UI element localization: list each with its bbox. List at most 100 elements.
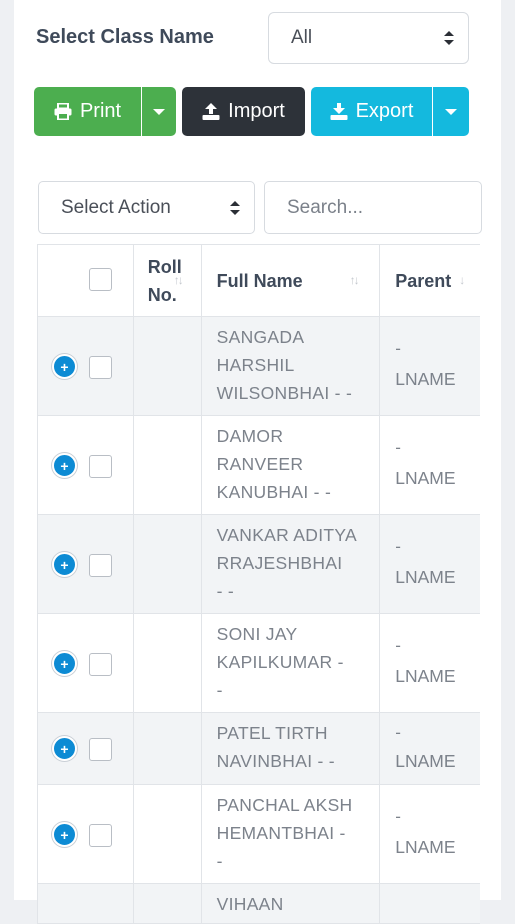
row-select-cell: + xyxy=(38,416,134,514)
sort-icon: ↑↓ xyxy=(173,273,184,287)
parent-prefix: - xyxy=(395,537,401,556)
header-full-name[interactable]: Full Name ↑↓ xyxy=(202,245,381,316)
name-cell: VANKAR ADITYA RRAJESHBHAI - - xyxy=(202,515,381,613)
expand-row-icon[interactable]: + xyxy=(52,552,77,577)
parent-prefix: - xyxy=(395,339,401,358)
roll-cell xyxy=(134,614,202,712)
student-name: PANCHAL AKSH HEMANTBHAI - - xyxy=(216,795,353,871)
caret-down-icon xyxy=(445,108,457,115)
table-row: + VANKAR ADITYA RRAJESHBHAI - - - LNAME xyxy=(38,515,480,614)
sort-icon: ↑↓ xyxy=(349,273,360,287)
parent-name: LNAME xyxy=(395,837,456,857)
select-all-checkbox[interactable] xyxy=(89,268,112,291)
row-select-cell: + xyxy=(38,614,134,712)
parent-name: LNAME xyxy=(395,468,456,488)
upload-icon xyxy=(202,103,220,120)
bulk-action-value: Select Action xyxy=(61,196,171,218)
name-cell: VIHAAN xyxy=(202,884,381,923)
expand-row-icon[interactable]: + xyxy=(52,651,77,676)
row-select-cell: + xyxy=(38,785,134,883)
parent-name: LNAME xyxy=(395,369,456,389)
row-select-cell: + xyxy=(38,713,134,784)
table-row: + SANGADA HARSHIL WILSONBHAI - - - LNAME xyxy=(38,317,480,416)
student-name: SANGADA HARSHIL WILSONBHAI - - xyxy=(216,327,353,403)
parent-prefix: - xyxy=(395,807,401,826)
row-checkbox[interactable] xyxy=(89,824,112,847)
header-roll[interactable]: Roll No. ↑↓ xyxy=(134,245,202,316)
header-select-cell xyxy=(38,245,134,316)
parent-prefix: - xyxy=(395,723,401,742)
parent-prefix: - xyxy=(395,438,401,457)
header-parent[interactable]: Parent ↓ xyxy=(380,245,480,316)
student-name: VANKAR ADITYA RRAJESHBHAI - - xyxy=(216,525,357,601)
export-button[interactable]: Export xyxy=(311,87,432,136)
expand-row-icon[interactable]: + xyxy=(52,453,77,478)
expand-row-icon[interactable]: + xyxy=(52,736,77,761)
row-checkbox[interactable] xyxy=(89,554,112,577)
sort-icon: ↓ xyxy=(459,273,465,287)
print-dropdown-toggle[interactable] xyxy=(142,87,176,136)
parent-cell: - LNAME xyxy=(380,515,480,613)
class-select-value: All xyxy=(291,27,313,48)
table-row: + DAMOR RANVEER KANUBHAI - - - LNAME xyxy=(38,416,480,515)
select-arrows-icon xyxy=(444,31,454,45)
row-select-cell: + xyxy=(38,515,134,613)
row-select-cell xyxy=(38,884,134,923)
row-checkbox[interactable] xyxy=(89,653,112,676)
expand-row-icon[interactable]: + xyxy=(52,822,77,847)
download-icon xyxy=(330,103,348,120)
row-checkbox[interactable] xyxy=(89,455,112,478)
table-header-row: Roll No. ↑↓ Full Name ↑↓ Parent ↓ xyxy=(38,245,480,317)
name-cell: SONI JAY KAPILKUMAR - - xyxy=(202,614,381,712)
roll-cell xyxy=(134,515,202,613)
name-cell: PANCHAL AKSH HEMANTBHAI - - xyxy=(202,785,381,883)
roll-cell xyxy=(134,884,202,923)
roll-cell xyxy=(134,713,202,784)
parent-cell: - LNAME xyxy=(380,317,480,415)
parent-cell: - LNAME xyxy=(380,785,480,883)
roll-cell xyxy=(134,416,202,514)
students-table: Roll No. ↑↓ Full Name ↑↓ Parent ↓ + SANG… xyxy=(37,244,480,924)
print-label: Print xyxy=(79,100,122,122)
select-arrows-icon xyxy=(230,200,240,215)
printer-icon xyxy=(54,103,72,120)
name-cell: SANGADA HARSHIL WILSONBHAI - - xyxy=(202,317,381,415)
parent-name: LNAME xyxy=(395,567,456,587)
export-label: Export xyxy=(355,100,414,122)
caret-down-icon xyxy=(153,108,165,115)
import-label: Import xyxy=(228,100,285,122)
roll-cell xyxy=(134,317,202,415)
class-select[interactable]: All xyxy=(268,12,469,64)
table-row: + PANCHAL AKSH HEMANTBHAI - - - LNAME xyxy=(38,785,480,884)
parent-cell: - LNAME xyxy=(380,713,480,784)
print-button[interactable]: Print xyxy=(34,87,141,136)
parent-prefix: - xyxy=(395,636,401,655)
row-checkbox[interactable] xyxy=(89,738,112,761)
row-select-cell: + xyxy=(38,317,134,415)
table-row: + PATEL TIRTH NAVINBHAI - - - LNAME xyxy=(38,713,480,785)
export-dropdown-toggle[interactable] xyxy=(433,87,469,136)
bulk-action-select[interactable]: Select Action xyxy=(38,181,255,234)
parent-cell: - LNAME xyxy=(380,416,480,514)
roll-cell xyxy=(134,785,202,883)
parent-header-label: Parent xyxy=(395,271,452,291)
name-cell: DAMOR RANVEER KANUBHAI - - xyxy=(202,416,381,514)
parent-cell: - LNAME xyxy=(380,614,480,712)
parent-name: LNAME xyxy=(395,666,456,686)
search-input[interactable] xyxy=(264,181,482,234)
student-name: SONI JAY KAPILKUMAR - - xyxy=(216,624,344,700)
parent-cell xyxy=(380,884,480,923)
student-name: PATEL TIRTH NAVINBHAI - - xyxy=(216,723,335,771)
class-filter-label: Select Class Name xyxy=(36,26,214,48)
import-button[interactable]: Import xyxy=(182,87,305,136)
name-cell: PATEL TIRTH NAVINBHAI - - xyxy=(202,713,381,784)
table-row: + SONI JAY KAPILKUMAR - - - LNAME xyxy=(38,614,480,713)
expand-row-icon[interactable]: + xyxy=(52,354,77,379)
content-panel: Select Class Name All Print Import Expor… xyxy=(14,0,501,924)
full-name-header-label: Full Name xyxy=(216,271,303,291)
row-checkbox[interactable] xyxy=(89,356,112,379)
student-name: VIHAAN xyxy=(216,894,284,914)
table-row: VIHAAN xyxy=(38,884,480,924)
parent-name: LNAME xyxy=(395,751,456,771)
student-name: DAMOR RANVEER KANUBHAI - - xyxy=(216,426,332,502)
